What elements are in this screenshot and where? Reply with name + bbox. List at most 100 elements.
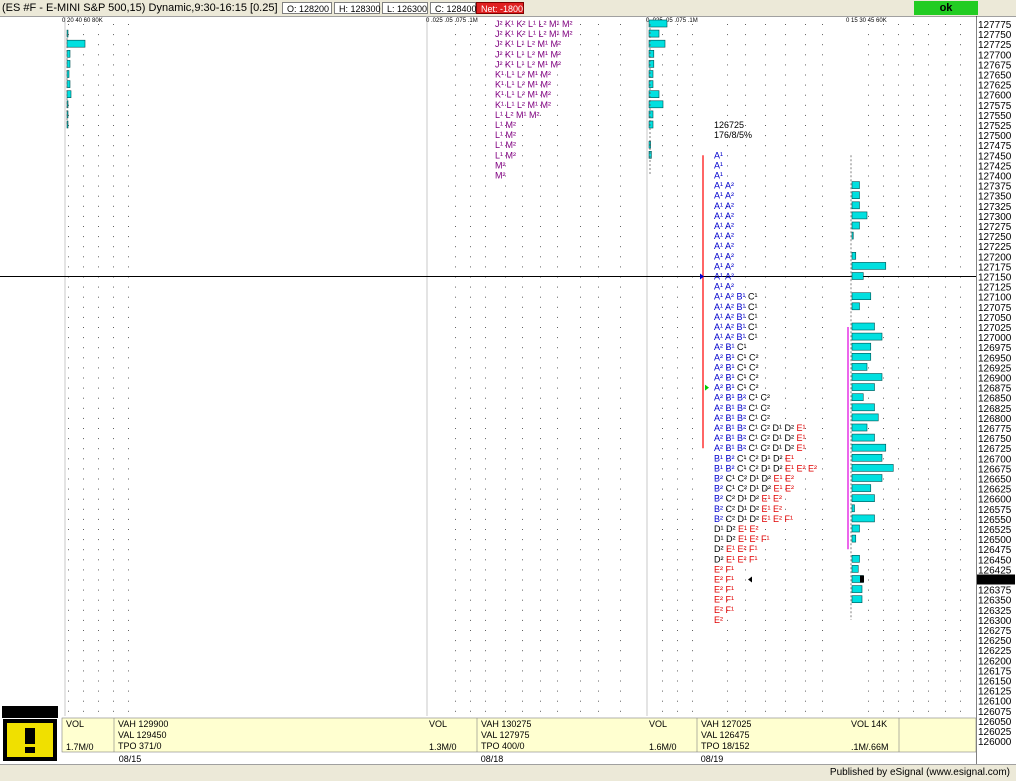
tpo-row: K¹ L¹ L² M¹ M² [495, 70, 551, 80]
tpo-row: M² [495, 160, 506, 170]
tpo-row: A² B¹ B² C¹ C² D¹ D² E¹ [714, 423, 806, 433]
tpo-row: A² B¹ C¹ C² [714, 352, 759, 362]
volume-bar [851, 393, 864, 402]
tpo-row: L¹ L² M¹ M² [495, 110, 540, 120]
tpo-row: B¹ B² C¹ C² D¹ D² E¹ E² E² [714, 463, 817, 473]
volume-bar [851, 565, 859, 573]
tpo-row: K¹ L¹ L² M¹ M² [495, 90, 551, 100]
tpo-row: A² B¹ C¹ [714, 342, 747, 352]
tpo-row: B² C¹ C² D¹ D² E¹ E² [714, 474, 794, 484]
quote-low: L: 126300 [382, 2, 428, 14]
tpo-row: A¹ [714, 150, 723, 160]
bottom-stats-panel: VOL 1.7M/0 VAH 129900VAL 129450TPO 371/0 VO… [61, 717, 976, 764]
volume-bar [648, 100, 664, 109]
tpo-row: A¹ A² B¹ C¹ [714, 322, 758, 332]
quote-high: H: 128300 [334, 2, 381, 14]
volume-bar [851, 585, 863, 593]
volume-bar [851, 534, 857, 543]
tpo-row: A² B¹ B² C¹ C² D¹ D² E¹ [714, 443, 806, 453]
volume-bar [66, 60, 71, 68]
volume-bar [851, 221, 860, 230]
tpo-row: E² F¹ [714, 575, 734, 585]
date-label: 08/19 [701, 754, 724, 764]
stat-vah: VAH 130275 [481, 719, 531, 729]
stat-vol: VOL [66, 719, 84, 729]
volume-bar [851, 484, 872, 492]
tpo-row: A¹ A² [714, 272, 734, 282]
volume-bar [851, 352, 872, 361]
stat-vah: VAH 127025 [701, 719, 751, 729]
tpo-row: B¹ B² C¹ C² D¹ D² E¹ [714, 453, 794, 463]
volume-bar [851, 464, 894, 472]
annotation-stats: 176/8/5% [714, 130, 752, 140]
tpo-row: A² B¹ B² C¹ C² [714, 413, 770, 423]
volume-bar [648, 39, 666, 48]
tpo-row: E² F¹ [714, 595, 734, 605]
volume-bar [851, 595, 863, 604]
volume-bar [851, 373, 883, 381]
volume-bar [851, 201, 860, 210]
footer-bar: Published by eSignal (www.esignal.com) [0, 764, 1016, 781]
tpo-row: A¹ A² [714, 241, 734, 251]
stat-vol: VOL [649, 719, 667, 729]
tpo-row: A¹ A² B¹ C¹ [714, 292, 758, 302]
tpo-row: J² K¹ K² L¹ L² M¹ M² [495, 29, 573, 39]
stat-val: VAL 129450 [118, 730, 167, 740]
tpo-row: A¹ A² [714, 221, 734, 231]
volume-bar [851, 322, 875, 331]
volume-bar [851, 363, 868, 371]
volume-bar [851, 423, 868, 432]
quote-close: C: 128400 [430, 2, 477, 14]
tpo-row: B² C¹ C² D¹ D² E¹ E² [714, 484, 794, 494]
tpo-row: A¹ [714, 171, 723, 181]
warning-icon[interactable] [2, 706, 58, 761]
volume-bar [851, 504, 855, 513]
market-profile-chart[interactable]: 0 20 40 60 80K 0 .025 .05 .075 .1M 0 .025 … [0, 16, 976, 764]
tpo-row: E² F¹ [714, 585, 734, 595]
tpo-row: E² [714, 615, 723, 625]
tpo-row: A¹ A² [714, 251, 734, 261]
volume-bar [66, 80, 71, 88]
histogram-header: 0 20 40 60 80K [62, 18, 103, 24]
tpo-row: A¹ A² [714, 282, 734, 292]
current-price-marker [860, 575, 864, 583]
volume-bar [851, 292, 872, 301]
volume-bar [851, 554, 860, 563]
tpo-row: A² B¹ B² C¹ C² D¹ D² E¹ [714, 433, 806, 443]
tpo-row: K¹ L¹ L² M¹ M² [495, 100, 551, 110]
volume-bar [851, 383, 875, 391]
volume-histogram-0815 [66, 29, 86, 129]
volume-bar [66, 39, 86, 48]
volume-bar [851, 342, 872, 351]
tpo-profile-0818: J² K¹ K² L¹ L² M¹ M²J² K¹ K² L¹ L² M¹ M²… [495, 19, 573, 181]
tpo-row: A¹ A² [714, 261, 734, 271]
volume-bar [851, 524, 860, 533]
tpo-row: D¹ D² E¹ E² [714, 524, 759, 534]
tpo-row: L¹ M² [495, 120, 516, 130]
tpo-row: A¹ A² [714, 191, 734, 201]
published-by-label: Published by eSignal (www.esignal.com) [829, 767, 1010, 778]
tpo-row: A¹ A² B¹ C¹ [714, 332, 758, 342]
volume-bar [851, 453, 883, 462]
tpo-row: A² B¹ C¹ C² [714, 373, 759, 383]
volume-bar [851, 413, 879, 422]
stat-val: VAL 126475 [701, 730, 750, 740]
tpo-row: D² E¹ E² F¹ [714, 544, 758, 554]
volume-bar [648, 19, 668, 28]
tpo-row: A² B¹ C¹ C² [714, 362, 759, 372]
tpo-row: B² C² D¹ D² E¹ E² [714, 504, 782, 514]
price-tick: 126000 [978, 737, 1012, 748]
volume-bar [851, 443, 887, 452]
volume-bar [851, 262, 887, 270]
tpo-row: J² K¹ K² L¹ L² M¹ M² [495, 19, 573, 29]
tpo-row: E² F¹ [714, 564, 734, 574]
tpo-row: B² C² D¹ D² E¹ E² F¹ [714, 514, 793, 524]
ok-button[interactable]: ok [914, 1, 978, 15]
tpo-row: E² F¹ [714, 605, 734, 615]
volume-bar [66, 49, 71, 58]
tpo-row: A¹ A² [714, 181, 734, 191]
tpo-row: D² E¹ E² F¹ [714, 554, 758, 564]
stat-total: .1M/.66M [851, 742, 889, 752]
volume-bar [851, 474, 883, 482]
tpo-row: M² [495, 171, 506, 181]
